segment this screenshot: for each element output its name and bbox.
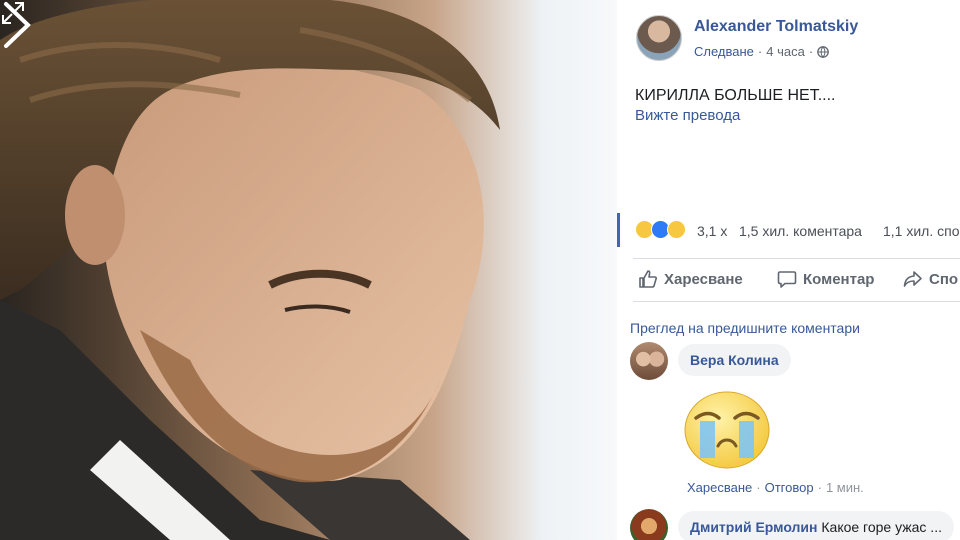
comment-button[interactable]: Коментар — [777, 269, 874, 289]
thumbs-up-icon — [639, 270, 657, 288]
share-button-label: Спо — [929, 270, 959, 288]
comment-bubble-icon — [777, 271, 797, 288]
share-count[interactable]: 1,1 хил. спо — [883, 223, 960, 239]
commenter-name[interactable]: Вера Колина — [690, 352, 779, 368]
comment-actions: Харесване · Отговор · 1 мин. — [687, 480, 864, 495]
meta-separator-2: · — [808, 44, 814, 59]
post-text: КИРИЛЛА БОЛЬШЕ НЕТ.... — [635, 87, 836, 104]
reaction-count[interactable]: 3,1 х — [697, 223, 727, 239]
follow-link[interactable]: Следване — [694, 44, 754, 59]
post-actions: Харесване Коментар Спо — [633, 258, 960, 302]
meta-separator: · — [757, 44, 763, 59]
wow-reaction-icon — [667, 220, 686, 239]
commenter-name[interactable]: Дмитрий Ермолин — [690, 519, 817, 535]
reactions-summary: 3,1 х 1,5 хил. коментара 1,1 хил. спо — [617, 213, 960, 247]
see-translation-link[interactable]: Вижте превода — [635, 107, 740, 124]
chevron-right-icon[interactable] — [0, 0, 34, 50]
like-button-label: Харесване — [664, 270, 743, 288]
author-name[interactable]: Alexander Tolmatskiy — [694, 18, 858, 36]
post-meta: Следване · 4 часа · — [694, 44, 830, 59]
post-time[interactable]: 4 часа — [766, 44, 805, 59]
globe-icon — [817, 45, 830, 58]
comment-bubble: Дмитрий Ермолин Какое горе ужас ... — [678, 511, 954, 540]
comment-bubble: Вера Колина — [678, 344, 791, 376]
like-button[interactable]: Харесване — [638, 269, 743, 289]
view-previous-comments-link[interactable]: Преглед на предишните коментари — [630, 320, 860, 336]
comment-text: Какое горе ужас ... — [821, 519, 942, 535]
share-arrow-icon — [903, 271, 922, 287]
comment-time[interactable]: 1 мин. — [826, 480, 864, 495]
post-panel: Alexander Tolmatskiy Следване · 4 часа ·… — [617, 0, 960, 540]
comment-action-separator: · — [756, 480, 761, 495]
post-photo[interactable] — [0, 0, 617, 540]
comment-button-label: Коментар — [803, 270, 875, 288]
reaction-icons[interactable] — [635, 220, 686, 239]
commenter-avatar[interactable] — [630, 509, 668, 540]
comment-action-separator-2: · — [817, 480, 822, 495]
author-avatar[interactable] — [636, 15, 682, 61]
post-header: Alexander Tolmatskiy Следване · 4 часа · — [636, 15, 960, 61]
crying-face-sticker — [684, 391, 770, 469]
comment-like-link[interactable]: Харесване — [687, 480, 752, 495]
comment-count[interactable]: 1,5 хил. коментара — [739, 223, 862, 239]
comment-reply-link[interactable]: Отговор — [765, 480, 814, 495]
commenter-avatar[interactable] — [630, 342, 668, 380]
share-button[interactable]: Спо — [903, 269, 958, 289]
photo-portrait — [0, 0, 500, 540]
